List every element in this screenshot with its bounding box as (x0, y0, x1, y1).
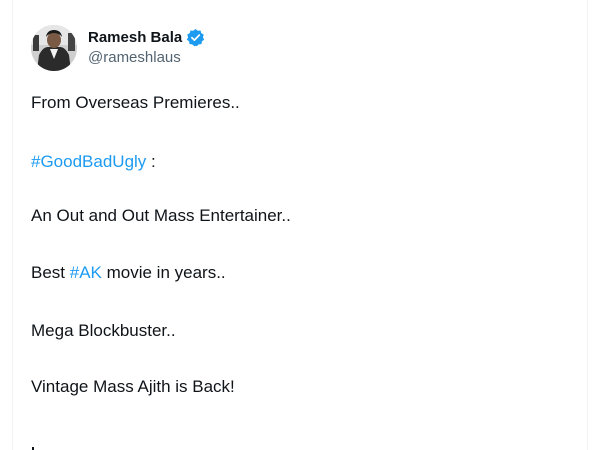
verified-badge-icon[interactable] (186, 28, 205, 47)
avatar[interactable] (31, 25, 77, 71)
tweet-line-3: An Out and Out Mass Entertainer.. (31, 206, 291, 225)
author-handle[interactable]: @rameshlaus (88, 48, 205, 68)
card-right-border (587, 0, 588, 450)
tweet-line-4-rest: movie in years.. (101, 263, 226, 282)
card-left-border (12, 0, 13, 450)
display-name[interactable]: Ramesh Bala (88, 28, 182, 47)
hashtag-ak[interactable]: #AK (70, 263, 102, 282)
tweet-line-4: Best #AK movie in years.. (31, 262, 226, 284)
tweet-card: Ramesh Bala @rameshlaus From Overseas Pr… (0, 0, 600, 450)
hashtag-goodbadugly[interactable]: #GoodBadUgly (31, 152, 146, 171)
tweet-line-2: #GoodBadUgly : (31, 151, 156, 173)
display-name-row: Ramesh Bala (88, 28, 205, 47)
tweet-header: Ramesh Bala @rameshlaus (31, 25, 205, 71)
tweet-line-4-prefix: Best (31, 263, 70, 282)
tweet-line-6: Vintage Mass Ajith is Back! (31, 377, 235, 396)
avatar-photo-icon (31, 25, 77, 71)
author-names: Ramesh Bala @rameshlaus (88, 25, 205, 68)
tweet-line-2-rest: : (146, 152, 156, 171)
tweet-line-5: Mega Blockbuster.. (31, 321, 176, 340)
tweet-line-1: From Overseas Premieres.. (31, 93, 240, 112)
